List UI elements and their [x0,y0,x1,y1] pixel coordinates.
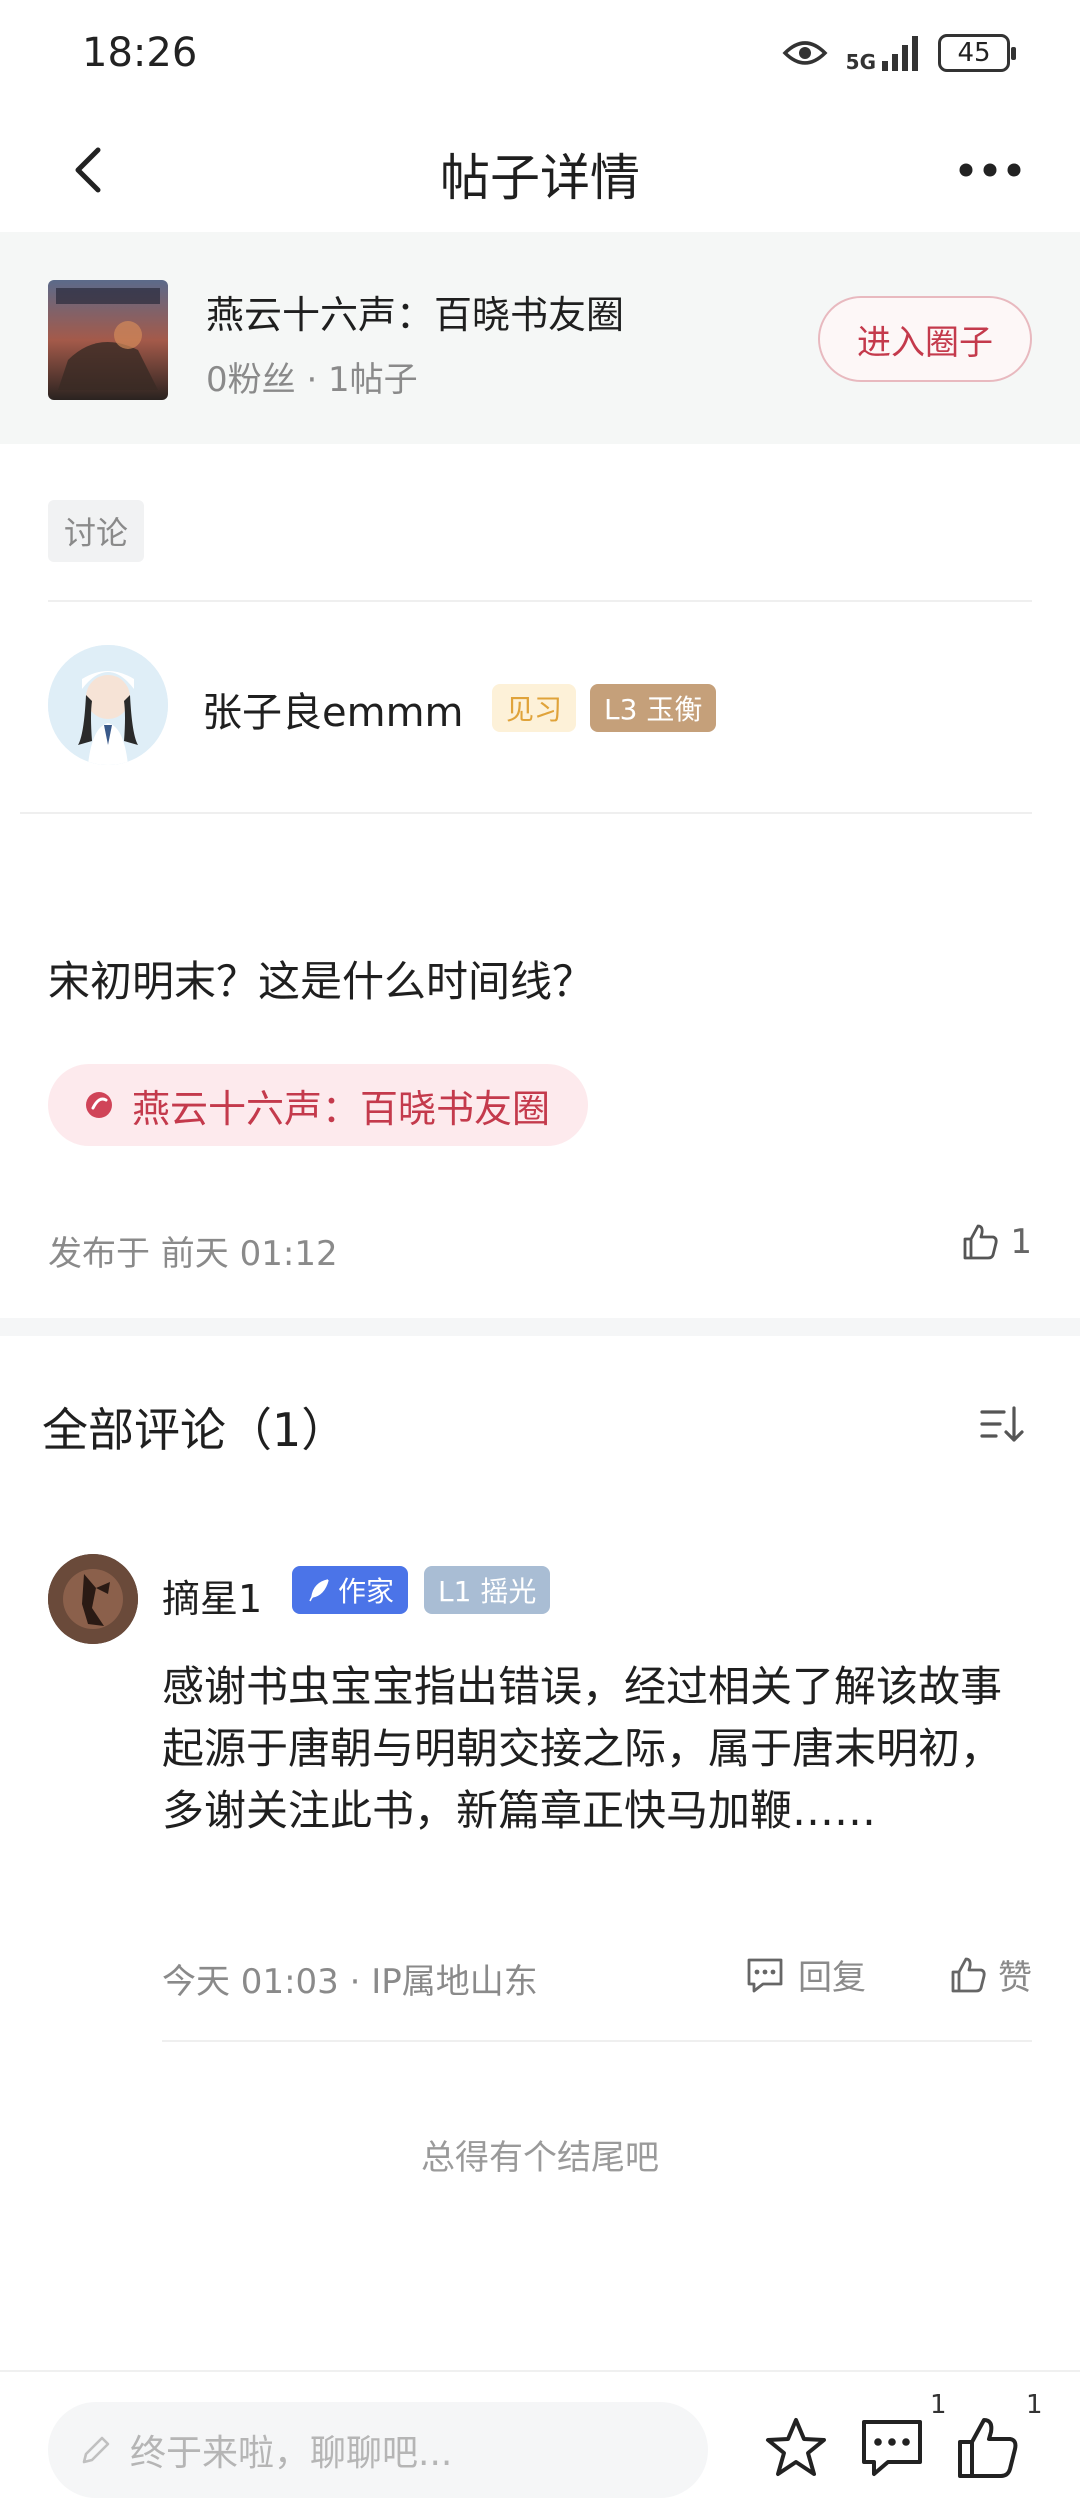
enter-circle-button[interactable]: 进入圈子 [818,296,1032,382]
reply-button[interactable]: 回复 [744,1950,866,1999]
nav-bar: 帖子详情 [0,110,1080,230]
post-like-count: 1 [1010,1222,1032,1262]
circle-cover-image[interactable] [48,280,168,400]
reply-label: 回复 [798,1958,866,1998]
bottom-bar: 终于来啦，聊聊吧... 1 1 [0,2370,1080,2520]
author-name[interactable]: 张子良emmm [202,680,464,738]
thumb-up-icon [951,1957,986,1992]
divider [20,812,1032,814]
commenter-name[interactable]: 摘星1 [162,1568,262,1623]
page-title: 帖子详情 [440,149,640,207]
more-dots-icon[interactable] [950,140,1030,200]
eye-icon [782,41,828,65]
signal-icon: 5G [845,35,920,74]
avatar[interactable] [48,645,168,765]
level-badge: L1 摇光 [424,1566,551,1614]
circle-tag-icon [86,1092,112,1118]
post-like-button[interactable]: 1 [960,1222,1032,1262]
comment-count: 1 [930,2390,947,2420]
comment-text: 感谢书虫宝宝指出错误，经过相关了解该故事起源于唐朝与明朝交接之际，属于唐末明初，… [162,1662,1003,1835]
divider [48,600,1032,602]
post-text: 宋初明末？这是什么时间线？ [48,957,595,1006]
writer-badge: 作家 [292,1566,409,1614]
post-circle-tag[interactable]: 燕云十六声：百晓书友圈 [48,1064,589,1146]
battery-icon: 45 [938,34,1016,72]
comment-bubble-icon[interactable] [856,2412,928,2484]
comment-bubble-icon [747,1958,783,1992]
comment-input[interactable]: 终于来啦，聊聊吧... [48,2402,708,2498]
comment-input-placeholder: 终于来啦，聊聊吧... [130,2433,453,2474]
comments-title: 全部评论（1） [42,1403,348,1457]
thumb-up-icon [963,1224,998,1260]
thumb-up-icon[interactable] [952,2412,1024,2484]
like-count: 1 [1026,2390,1043,2420]
feather-icon [309,1579,329,1602]
network-type: 5G [845,50,876,74]
circle-card[interactable]: 燕云十六声：百晓书友圈 0粉丝 · 1帖子 进入圈子 [0,232,1080,444]
circle-tag-label: 燕云十六声：百晓书友圈 [132,1086,551,1131]
avatar[interactable] [48,1554,138,1644]
status-icons: 5G 45 [782,28,1016,78]
star-icon[interactable] [760,2412,832,2484]
comment-like-label: 赞 [998,1958,1032,1998]
trainee-badge: 见习 [492,684,577,732]
divider [162,2040,1032,2042]
battery-level: 45 [957,38,991,68]
circle-stats: 0粉丝 · 1帖子 [206,360,418,400]
publish-time: 发布于 前天 01:12 [48,1234,338,1274]
end-of-list-text: 总得有个结尾吧 [421,2138,659,2178]
circle-name[interactable]: 燕云十六声：百晓书友圈 [206,284,624,339]
level-badge: L3 玉衡 [590,684,717,732]
status-bar: 18:26 5G 45 [0,0,1080,110]
status-time: 18:26 [82,30,198,76]
writer-badge-label: 作家 [338,1575,395,1608]
section-separator [0,1318,1080,1336]
pencil-icon [82,2436,110,2464]
comment-like-button[interactable]: 赞 [948,1950,1032,1999]
comment-meta: 今天 01:03 · IP属地山东 [162,1962,538,2002]
sort-icon[interactable] [978,1400,1026,1448]
post-tag[interactable]: 讨论 [48,500,145,562]
